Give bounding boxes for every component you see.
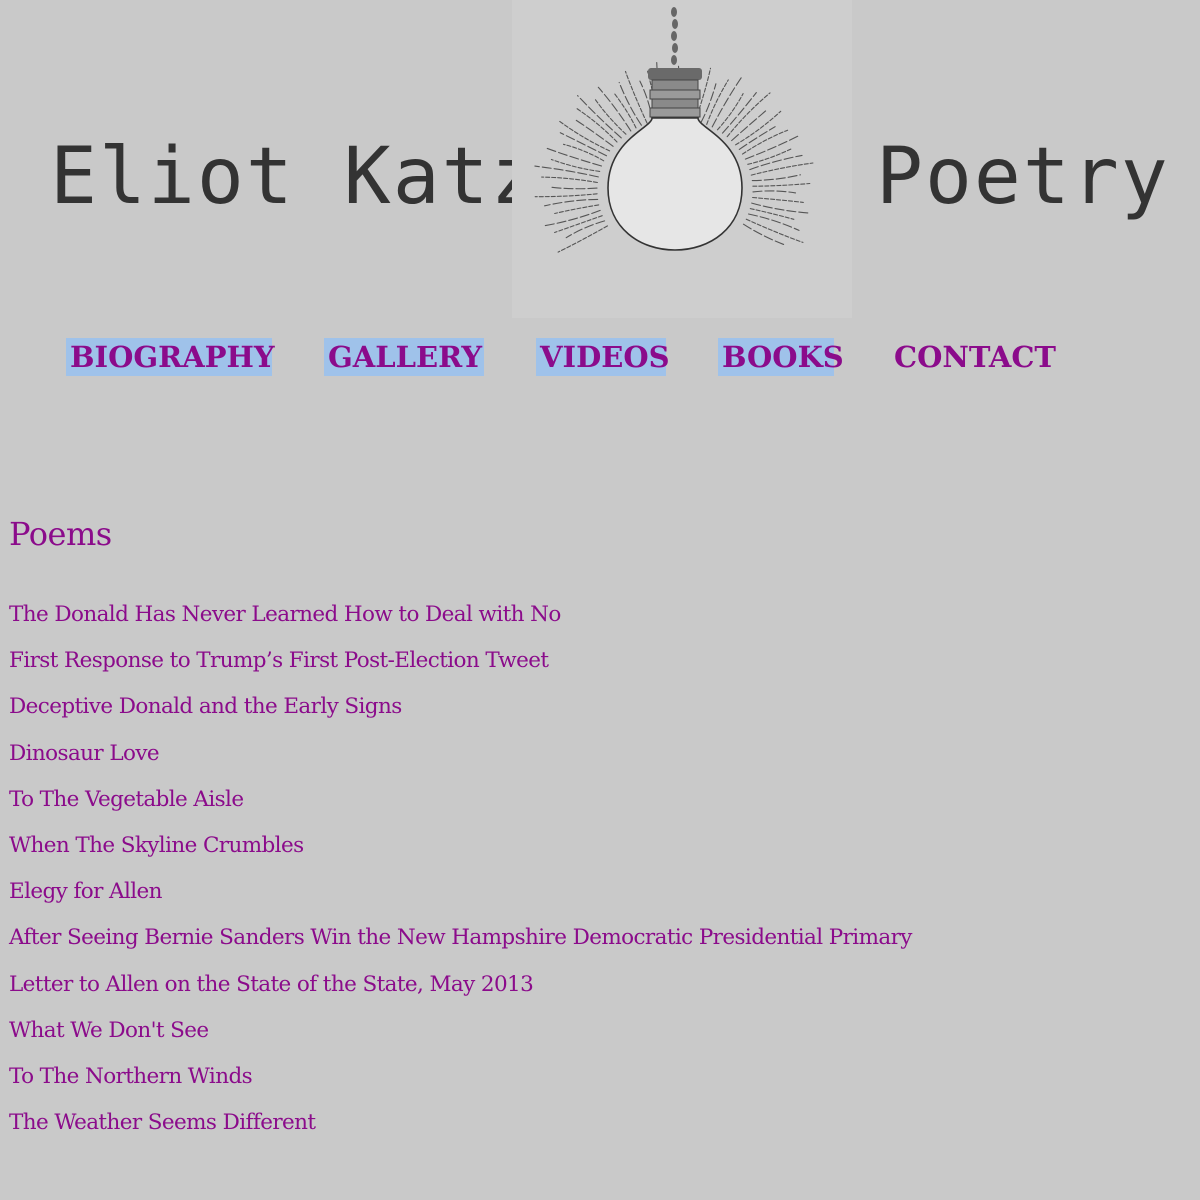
poem-link[interactable]: After Seeing Bernie Sanders Win the New … bbox=[9, 921, 912, 967]
section-title-poems: Poems bbox=[9, 515, 112, 553]
poem-link[interactable]: To The Vegetable Aisle bbox=[9, 783, 912, 829]
poem-link[interactable]: When The Skyline Crumbles bbox=[9, 829, 912, 875]
hanging-light-bulb-icon bbox=[512, 0, 852, 318]
poem-link[interactable]: Deceptive Donald and the Early Signs bbox=[9, 690, 912, 736]
nav-videos[interactable]: VIDEOS bbox=[536, 338, 670, 376]
poem-link[interactable]: Letter to Allen on the State of the Stat… bbox=[9, 968, 912, 1014]
nav-biography[interactable]: BIOGRAPHY bbox=[66, 338, 275, 376]
nav-books[interactable]: BOOKS bbox=[718, 338, 844, 376]
main-navigation: BIOGRAPHY GALLERY VIDEOS BOOKS CONTACT bbox=[0, 330, 1200, 390]
poem-link[interactable]: Dinosaur Love bbox=[9, 737, 912, 783]
poem-list: The Donald Has Never Learned How to Deal… bbox=[9, 598, 912, 1152]
poem-link[interactable]: To The Northern Winds bbox=[9, 1060, 912, 1106]
poem-link[interactable]: First Response to Trump’s First Post-Ele… bbox=[9, 644, 912, 690]
nav-gallery[interactable]: GALLERY bbox=[324, 338, 484, 376]
poem-link[interactable]: What We Don't See bbox=[9, 1014, 912, 1060]
logo-title-left: Eliot Katz bbox=[50, 132, 540, 222]
poem-link[interactable]: The Weather Seems Different bbox=[9, 1106, 912, 1152]
poem-link[interactable]: The Donald Has Never Learned How to Deal… bbox=[9, 598, 912, 644]
logo-title-right: Poetry bbox=[876, 132, 1170, 222]
site-header: Eliot Katz Poetry bbox=[0, 0, 1200, 320]
nav-contact[interactable]: CONTACT bbox=[890, 338, 1060, 376]
poem-link[interactable]: Elegy for Allen bbox=[9, 875, 912, 921]
